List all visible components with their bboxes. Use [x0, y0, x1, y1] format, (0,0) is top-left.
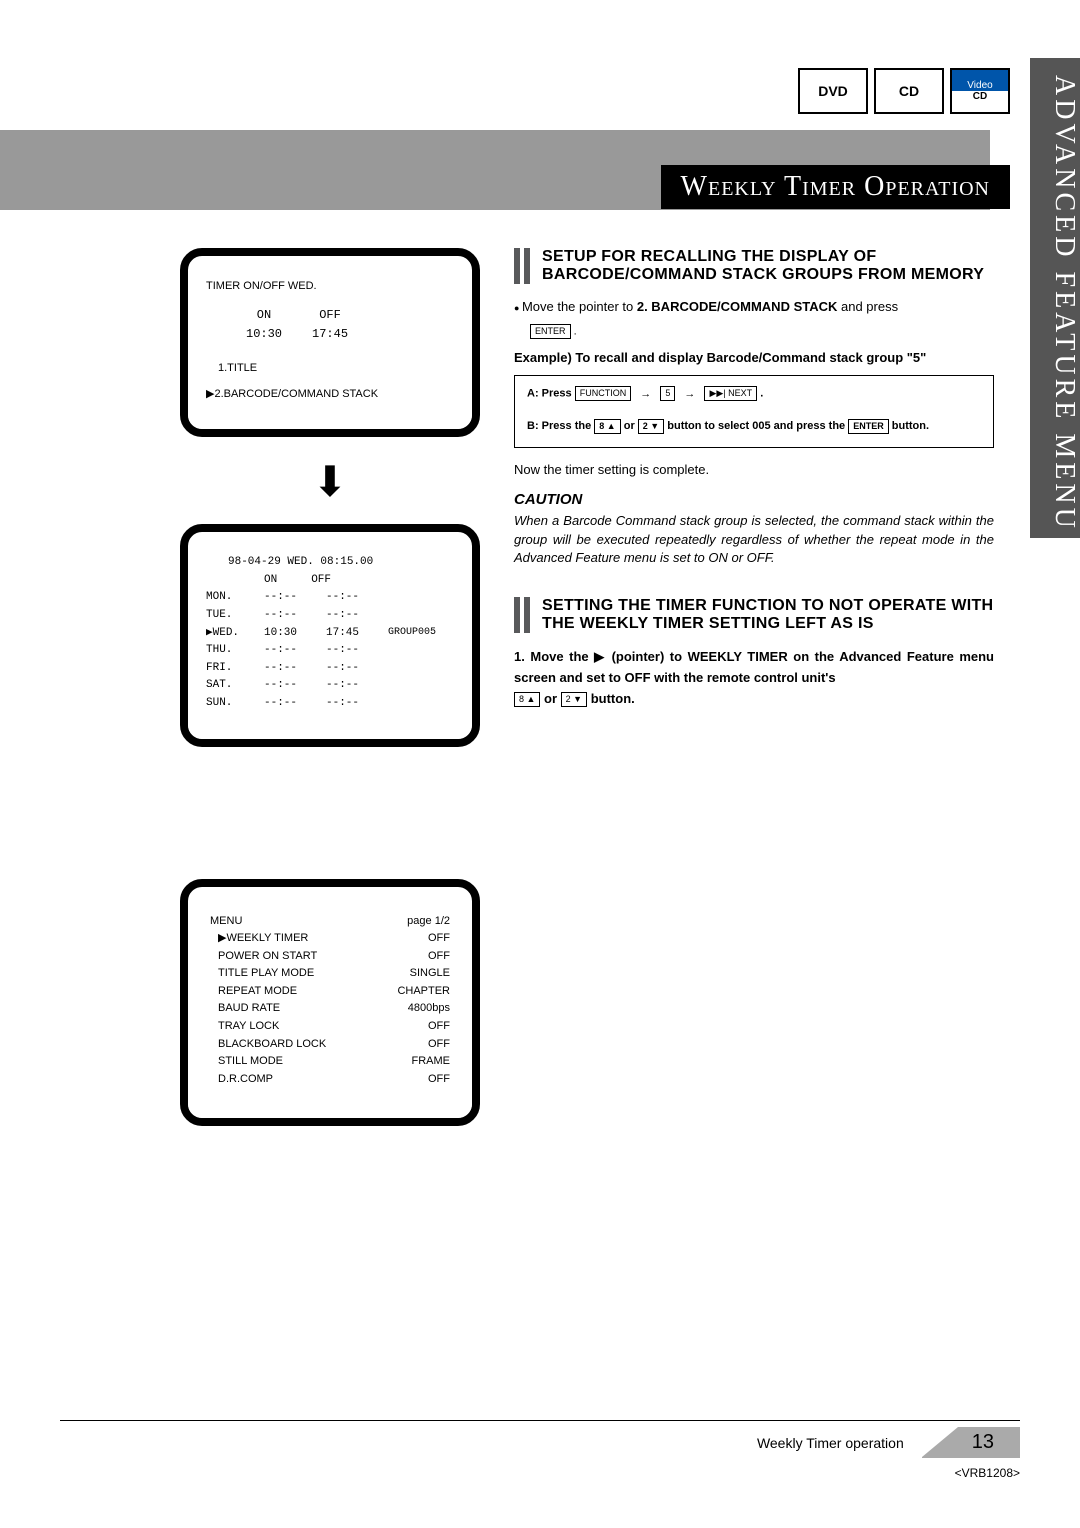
table-row: TUE.--:----:--	[206, 607, 454, 625]
page-number: 13	[922, 1427, 1020, 1458]
list-item: ▶WEEKLY TIMEROFF	[210, 930, 450, 948]
up-button-icon: 8 ▲	[594, 419, 620, 434]
five-button-icon: 5	[660, 386, 675, 401]
example-text: Example) To recall and display Barcode/C…	[514, 349, 994, 367]
instr1a: Move the pointer to	[522, 299, 637, 314]
now-complete: Now the timer setting is complete.	[514, 462, 994, 477]
or1: or	[624, 420, 638, 432]
list-item: BLACKBOARD LOCKOFF	[210, 1036, 450, 1054]
list-item: STILL MODEFRAME	[210, 1053, 450, 1071]
s1-line1: TIMER ON/OFF WED.	[206, 278, 454, 296]
dot1: .	[574, 326, 577, 338]
instr-1: Move the pointer to 2. BARCODE/COMMAND S…	[514, 298, 994, 316]
list-item: TITLE PLAY MODESINGLE	[210, 965, 450, 983]
enter-button-icon-2: ENTER	[848, 419, 889, 434]
screen-3: MENU page 1/2 ▶WEEKLY TIMEROFFPOWER ON S…	[180, 879, 480, 1127]
s1-off-label: OFF	[312, 306, 348, 325]
doc-id: <VRB1208>	[955, 1466, 1020, 1480]
arrow2: →	[684, 388, 695, 400]
table-row: MON.--:----:--	[206, 589, 454, 607]
or2: or	[544, 691, 561, 706]
boxB2: button to select 005 and press the	[667, 420, 848, 432]
section-1-title: SETUP FOR RECALLING THE DISPLAY OF BARCO…	[542, 248, 994, 284]
s1-title-line: 1.TITLE	[206, 360, 454, 378]
list-item: REPEAT MODECHAPTER	[210, 983, 450, 1001]
caution-head: CAUTION	[514, 491, 994, 508]
vcd-top: Video	[967, 80, 992, 91]
screen-2: 98-04-29 WED. 08:15.00 ON OFF MON.--:---…	[180, 524, 480, 746]
up-button-icon-2: 8 ▲	[514, 692, 540, 707]
vcd-bot: CD	[973, 91, 987, 102]
step1b: button.	[591, 691, 635, 706]
vcd-logo-icon: Video CD	[950, 68, 1010, 114]
list-item: POWER ON STARTOFF	[210, 948, 450, 966]
list-item: TRAY LOCKOFF	[210, 1018, 450, 1036]
section-2-head: SETTING THE TIMER FUNCTION TO NOT OPERAT…	[514, 597, 994, 633]
page-title: Weekly Timer Operation	[661, 165, 1010, 209]
s2-header: 98-04-29 WED. 08:15.00	[206, 554, 454, 572]
caution-body: When a Barcode Command stack group is se…	[514, 512, 994, 567]
footer: Weekly Timer operation 13	[0, 1420, 1080, 1458]
table-row: ▶WED.10:3017:45GROUP005	[206, 625, 454, 643]
screen-1: TIMER ON/OFF WED. ON 10:30 OFF 17:45 1.T…	[180, 248, 480, 437]
boxA1: A: Press	[527, 388, 575, 400]
table-row: FRI.--:----:--	[206, 660, 454, 678]
example-box: A: Press FUNCTION → 5 → ▶▶| NEXT . B: Pr…	[514, 375, 994, 448]
dot2: .	[760, 388, 763, 400]
s2-off-label: OFF	[311, 572, 331, 590]
s1-off-time: 17:45	[312, 325, 348, 344]
list-item: D.R.COMPOFF	[210, 1071, 450, 1089]
down-button-icon: 2 ▼	[638, 419, 664, 434]
s1-barcode-line: ▶2.BARCODE/COMMAND STACK	[206, 386, 454, 404]
logo-strip: DVD CD Video CD	[798, 68, 1010, 114]
step-1: Move the ▶ (pointer) to WEEKLY TIMER on …	[514, 647, 994, 709]
s3-menu-label: MENU	[210, 913, 242, 931]
arrow1: →	[640, 388, 651, 400]
instr1b: 2. BARCODE/COMMAND STACK	[637, 299, 838, 314]
side-tab: ADVANCED FEATURE MENU	[1030, 58, 1080, 538]
s1-on-time: 10:30	[246, 325, 282, 344]
down-arrow-icon: ⬇	[180, 457, 480, 506]
s1-on-label: ON	[246, 306, 282, 325]
s2-on-label: ON	[264, 572, 277, 590]
down-button-icon-2: 2 ▼	[561, 692, 587, 707]
table-row: THU.--:----:--	[206, 642, 454, 660]
section-2-title: SETTING THE TIMER FUNCTION TO NOT OPERAT…	[542, 597, 994, 633]
table-row: SUN.--:----:--	[206, 695, 454, 713]
step1a: Move the ▶ (pointer) to WEEKLY TIMER on …	[514, 649, 994, 685]
dvd-logo-icon: DVD	[798, 68, 868, 114]
cd-logo-icon: CD	[874, 68, 944, 114]
next-button-icon: ▶▶| NEXT	[704, 386, 757, 401]
function-button-icon: FUNCTION	[575, 386, 632, 401]
footer-label: Weekly Timer operation	[757, 1435, 904, 1451]
boxB3: button.	[892, 420, 929, 432]
enter-button-icon: ENTER	[530, 324, 571, 339]
boxB1: B: Press the	[527, 420, 594, 432]
section-1-head: SETUP FOR RECALLING THE DISPLAY OF BARCO…	[514, 248, 994, 284]
list-item: BAUD RATE4800bps	[210, 1000, 450, 1018]
s3-page-label: page 1/2	[407, 913, 450, 931]
instr1c: and press	[837, 299, 898, 314]
table-row: SAT.--:----:--	[206, 677, 454, 695]
